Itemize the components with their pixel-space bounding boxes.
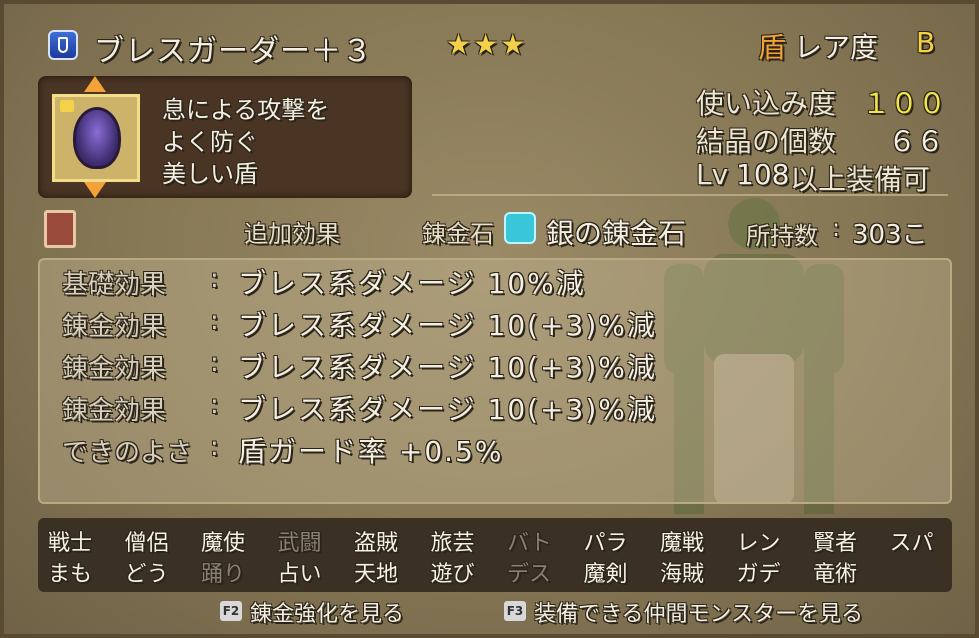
job-enabled: 魔剣 xyxy=(583,562,628,587)
usage-label: 使い込み度 xyxy=(696,87,837,120)
effect-text: ブレス系ダメージ 10(+3)%減 xyxy=(238,309,657,342)
effect-colon: : xyxy=(210,390,219,420)
effect-label: 基礎効果 xyxy=(62,270,167,300)
star-rating: ★★★ xyxy=(446,28,528,61)
f3-key-icon: F3 xyxy=(504,601,526,621)
equipment-type-icon: 盾 xyxy=(758,31,787,64)
lock-icon xyxy=(60,100,74,112)
job-enabled: 遊び xyxy=(430,562,475,587)
job-enabled: 魔使 xyxy=(201,531,246,556)
job-enabled: どう xyxy=(124,562,169,587)
effect-colon: : xyxy=(210,264,219,294)
owned-colon: : xyxy=(832,214,841,242)
effect-colon: : xyxy=(210,306,219,336)
effect-text: ブレス系ダメージ 10(+3)%減 xyxy=(238,393,657,426)
level-suffix: 以上装備可 xyxy=(790,163,931,196)
job-enabled: 魔戦 xyxy=(660,531,705,556)
job-enabled: まも xyxy=(48,562,93,587)
job-enabled: パラ xyxy=(583,531,628,556)
job-enabled: 盗賊 xyxy=(354,531,399,556)
effect-label: 錬金効果 xyxy=(62,354,167,384)
effect-text: 盾ガード率 +0.5% xyxy=(238,435,504,468)
arrow-down-icon[interactable] xyxy=(84,182,106,198)
extra-effect-label: 追加効果 xyxy=(244,220,340,248)
job-enabled: 僧侶 xyxy=(124,531,169,556)
arrow-up-icon[interactable] xyxy=(84,76,106,92)
item-detail-panel: ブレスガーダー＋３ ★★★ 盾 レア度 B 息による攻撃を よく防ぐ 美しい盾 … xyxy=(0,0,979,638)
description-line: 美しい盾 xyxy=(162,160,258,188)
job-enabled: 天地 xyxy=(354,562,399,587)
job-disabled: 武闘 xyxy=(277,531,322,556)
view-equippable-monsters-button[interactable]: 装備できる仲間モンスターを見る xyxy=(534,596,863,628)
job-enabled: ガデ xyxy=(736,562,781,587)
job-enabled: 旅芸 xyxy=(430,531,475,556)
level-value: 108 xyxy=(736,158,790,191)
effect-colon: : xyxy=(210,432,219,462)
rarity-value: B xyxy=(916,26,936,59)
alchemy-label: 錬金石 xyxy=(422,220,494,248)
job-enabled: レン xyxy=(736,531,781,556)
alchemy-stone-name: 銀の錬金石 xyxy=(546,217,687,250)
alchemy-stone-icon xyxy=(504,212,536,244)
effect-text: ブレス系ダメージ 10%減 xyxy=(238,267,586,300)
job-enabled: 戦士 xyxy=(48,531,93,556)
owned-count-value: 303こ xyxy=(852,220,928,250)
job-disabled: バト xyxy=(507,531,552,556)
job-enabled: スパ xyxy=(889,531,934,556)
effect-label: できのよさ xyxy=(62,438,193,468)
usage-value: １００ xyxy=(862,87,947,120)
view-alchemy-button[interactable]: 錬金強化を見る xyxy=(250,596,404,628)
job-disabled: 踊り xyxy=(201,562,246,587)
crystal-value: ６６ xyxy=(888,125,945,158)
description-line: よく防ぐ xyxy=(162,128,258,156)
job-enabled: 竜術 xyxy=(813,562,858,587)
effect-label: 錬金効果 xyxy=(62,312,167,342)
job-enabled: 海賊 xyxy=(660,562,705,587)
effect-text: ブレス系ダメージ 10(+3)%減 xyxy=(238,351,657,384)
job-disabled: デス xyxy=(507,562,552,587)
owned-count-label: 所持数 xyxy=(746,222,818,250)
shield-category-icon xyxy=(48,30,78,60)
book-icon[interactable] xyxy=(44,210,76,248)
divider xyxy=(432,194,948,196)
rarity-label: レア度 xyxy=(794,31,879,64)
item-name: ブレスガーダー＋３ xyxy=(94,34,373,69)
job-enabled: 賢者 xyxy=(813,531,858,556)
effect-colon: : xyxy=(210,348,219,378)
job-enabled: 占い xyxy=(277,562,322,587)
effect-label: 錬金効果 xyxy=(62,396,167,426)
crystal-label: 結晶の個数 xyxy=(696,125,837,158)
description-line: 息による攻撃を xyxy=(162,96,330,124)
level-prefix: Lv xyxy=(696,158,729,191)
f2-key-icon: F2 xyxy=(220,601,242,621)
